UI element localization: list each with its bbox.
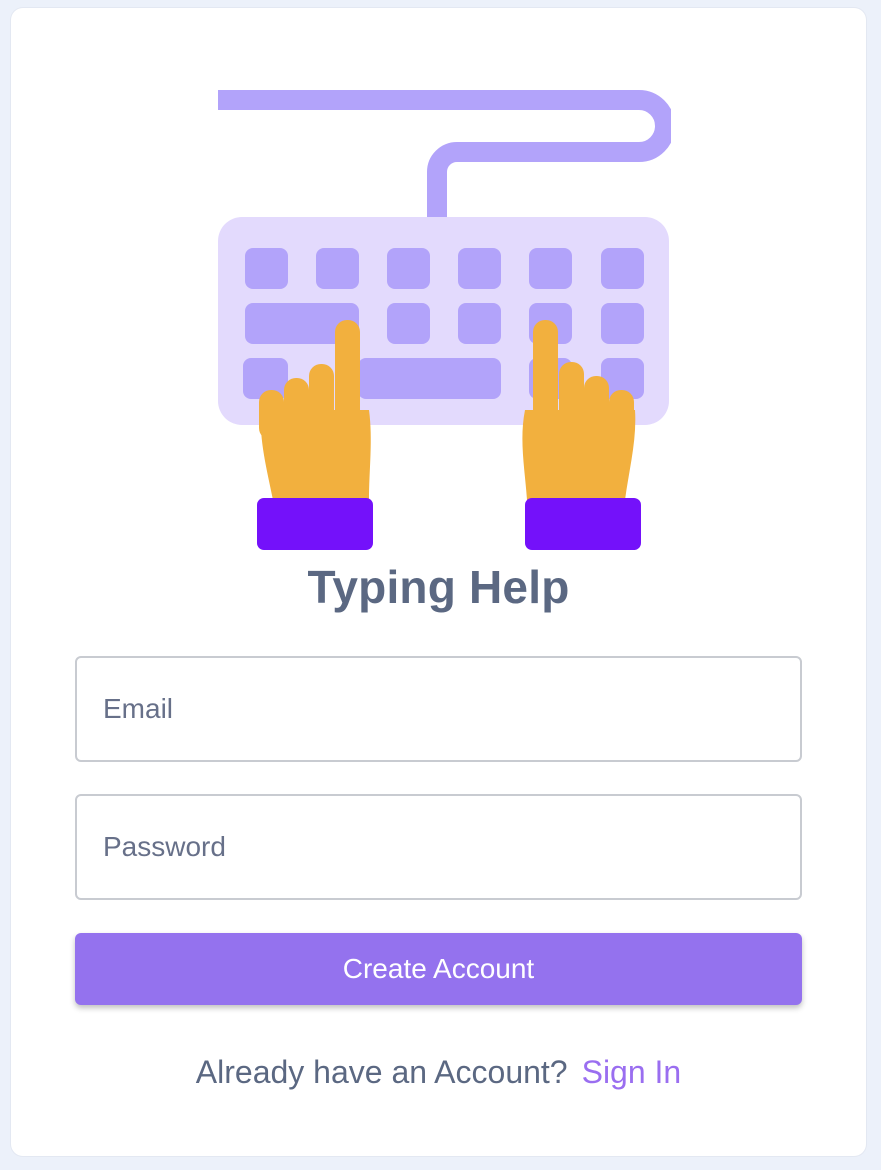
signin-prompt-text: Already have an Account?	[195, 1054, 568, 1090]
email-input[interactable]	[77, 658, 800, 760]
app-title: Typing Help	[307, 561, 570, 613]
signin-link[interactable]: Sign In	[582, 1054, 682, 1090]
password-input[interactable]	[77, 796, 800, 898]
create-account-button[interactable]: Create Account	[75, 933, 802, 1005]
signin-prompt-row: Already have an Account? Sign In	[11, 1054, 866, 1091]
keyboard-typing-hands-icon	[207, 80, 671, 552]
password-field[interactable]	[75, 794, 802, 900]
email-field[interactable]	[75, 656, 802, 762]
signup-card: Typing Help Create Account Already have …	[11, 8, 866, 1156]
